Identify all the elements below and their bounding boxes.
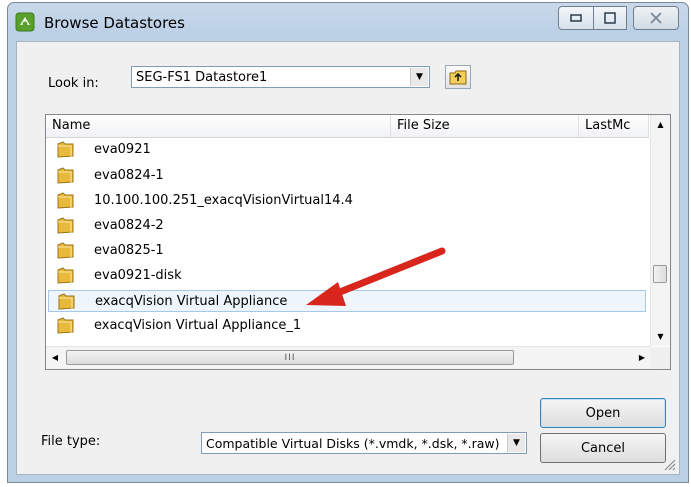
- horizontal-scroll-thumb[interactable]: III: [66, 350, 514, 365]
- maximize-icon: [604, 12, 616, 24]
- folder-icon: [57, 167, 74, 184]
- look-in-value: SEG-FS1 Datastore1: [136, 70, 268, 85]
- horizontal-scrollbar[interactable]: ◀ III ▶: [46, 346, 651, 369]
- folder-icon: [57, 242, 74, 259]
- scroll-down-icon[interactable]: ▼: [651, 327, 670, 346]
- look-in-label: Look in:: [48, 76, 99, 91]
- scroll-corner: [651, 347, 670, 369]
- cancel-button[interactable]: Cancel: [540, 433, 666, 463]
- window-title: Browse Datastores: [44, 14, 185, 32]
- folder-icon: [57, 217, 74, 234]
- folder-icon: [57, 317, 74, 334]
- file-type-dropdown[interactable]: Compatible Virtual Disks (*.vmdk, *.dsk,…: [201, 432, 527, 454]
- scroll-up-icon[interactable]: ▲: [651, 115, 670, 134]
- column-header-file-size[interactable]: File Size: [391, 115, 579, 137]
- open-button[interactable]: Open: [540, 398, 666, 428]
- chevron-down-icon[interactable]: ▼: [410, 68, 428, 86]
- app-icon: [15, 12, 35, 32]
- file-name: eva0825-1: [94, 243, 164, 258]
- folder-icon: [57, 141, 74, 158]
- scroll-left-icon[interactable]: ◀: [46, 347, 64, 368]
- file-name: exacqVision Virtual Appliance: [95, 294, 288, 309]
- file-name: eva0921-disk: [94, 268, 182, 283]
- file-name: eva0824-2: [94, 218, 164, 233]
- list-item[interactable]: eva0921-disk: [48, 265, 646, 287]
- dialog-body: Look in: SEG-FS1 Datastore1 ▼ Name File …: [16, 41, 680, 475]
- column-headers: Name File Size LastMc: [46, 115, 649, 138]
- file-name: eva0921: [94, 142, 151, 157]
- scroll-right-icon[interactable]: ▶: [633, 347, 651, 368]
- vertical-scrollbar[interactable]: ▲ ▼: [650, 115, 670, 346]
- file-name: exacqVision Virtual Appliance_1: [94, 318, 302, 333]
- close-button[interactable]: [633, 6, 679, 30]
- list-item[interactable]: eva0824-2: [48, 215, 646, 237]
- folder-icon: [58, 293, 75, 310]
- maximize-button[interactable]: [593, 6, 627, 30]
- file-type-value: Compatible Virtual Disks (*.vmdk, *.dsk,…: [206, 436, 500, 451]
- file-name: 10.100.100.251_exacqVisionVirtual14.4: [94, 193, 353, 208]
- browse-datastores-dialog: Browse Datastores Look in: SEG-FS1 Datas…: [7, 2, 689, 483]
- file-name: eva0824-1: [94, 168, 164, 183]
- column-header-last-modified[interactable]: LastMc: [579, 115, 649, 137]
- folder-icon: [57, 267, 74, 284]
- resize-grip-icon[interactable]: [662, 457, 676, 471]
- file-list[interactable]: Name File Size LastMc eva0921 eva0824-1 …: [45, 114, 671, 370]
- list-item-selected[interactable]: exacqVision Virtual Appliance: [48, 290, 646, 312]
- list-item[interactable]: 10.100.100.251_exacqVisionVirtual14.4: [48, 190, 646, 212]
- list-item[interactable]: exacqVision Virtual Appliance_1: [48, 315, 646, 337]
- list-item[interactable]: eva0921: [48, 139, 646, 161]
- folder-icon: [57, 192, 74, 209]
- close-icon: [650, 12, 662, 24]
- up-folder-icon: [449, 70, 467, 85]
- list-item[interactable]: eva0824-1: [48, 165, 646, 187]
- column-header-name[interactable]: Name: [46, 115, 391, 137]
- chevron-down-icon[interactable]: ▼: [507, 434, 525, 452]
- file-type-label: File type:: [41, 434, 101, 449]
- title-bar[interactable]: Browse Datastores: [8, 3, 688, 41]
- minimize-button[interactable]: [558, 6, 594, 30]
- look-in-dropdown[interactable]: SEG-FS1 Datastore1 ▼: [131, 66, 430, 88]
- up-one-level-button[interactable]: [445, 65, 471, 89]
- minimize-icon: [570, 14, 582, 22]
- list-item[interactable]: eva0825-1: [48, 240, 646, 262]
- vertical-scroll-thumb[interactable]: [653, 265, 667, 283]
